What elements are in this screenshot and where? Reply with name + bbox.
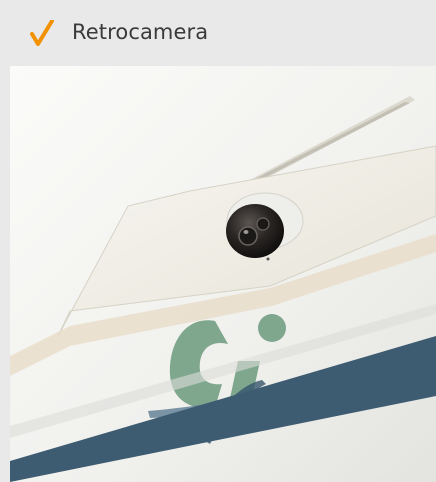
camera-icon (226, 204, 284, 258)
feature-header: Retrocamera (0, 0, 436, 66)
checkmark-icon (30, 20, 54, 46)
feature-card: Retrocamera (0, 0, 436, 482)
feature-title: Retrocamera (72, 20, 209, 44)
rear-camera-photo (10, 66, 436, 482)
rear-camera-illustration (10, 66, 436, 482)
